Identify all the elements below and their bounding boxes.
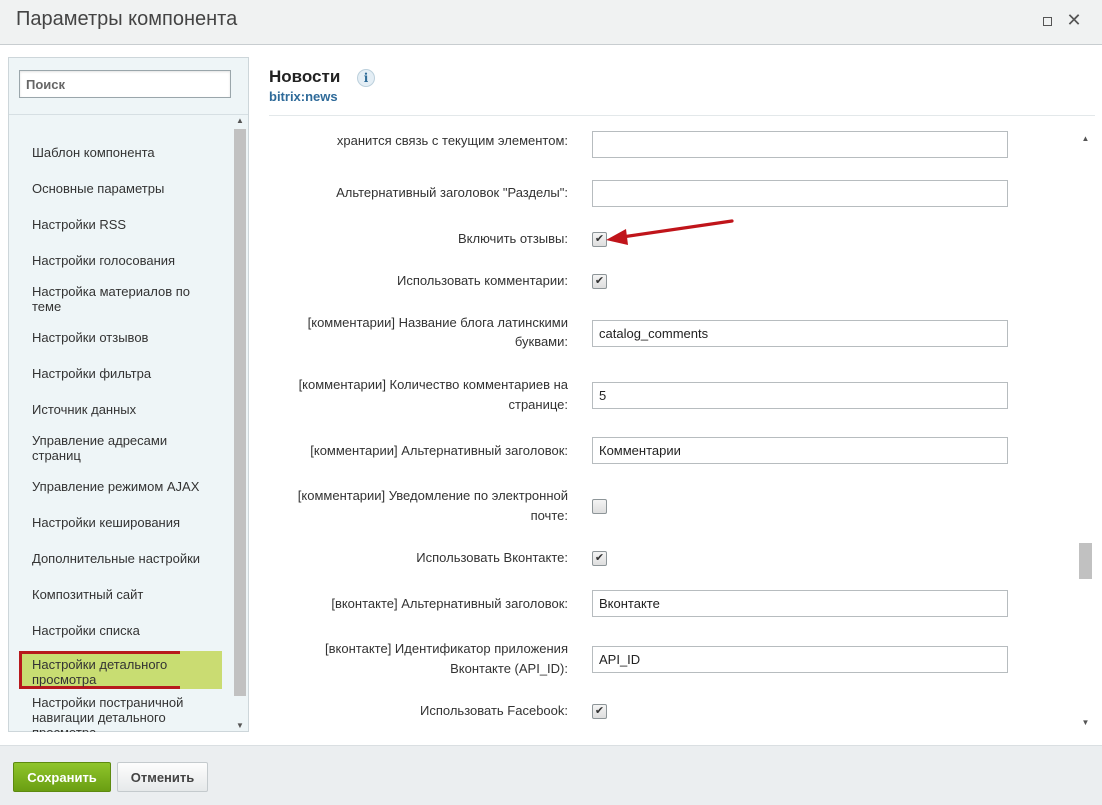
sidebar-nav-list: Шаблон компонента Основные параметры Нас… [9,118,233,732]
sidebar-item-list[interactable]: Настройки списка [32,623,207,638]
field-label: Использовать Вконтакте: [416,550,568,565]
field-label: почте: [530,508,568,523]
sidebar-item-additional[interactable]: Дополнительные настройки [32,551,207,566]
main-scrollbar[interactable]: ▲ ▼ [1078,133,1093,729]
close-icon[interactable]: ✕ [1066,10,1082,30]
sidebar-item-basic[interactable]: Основные параметры [32,181,207,196]
sidebar-divider [9,114,248,115]
field-label: [комментарии] Название блога латинскими [307,315,568,330]
dialog-title: Параметры компонента [16,8,238,30]
field-label: странице: [508,397,569,412]
sidebar-item-datasource[interactable]: Источник данных [32,402,207,417]
dialog-titlebar: Параметры компонента ✕ [0,0,1102,45]
vk-title-field[interactable]: Вконтакте [592,590,1008,617]
comments-per-page-field[interactable]: 5 [592,382,1008,409]
sidebar-scrollbar[interactable]: ▲ ▼ [233,115,247,732]
sidebar-item-related[interactable]: Настройка материалов по теме [32,284,207,314]
sidebar-item-template[interactable]: Шаблон компонента [32,145,207,160]
field-label: буквами: [514,334,568,349]
field-label: Использовать Facebook: [420,703,568,718]
maximize-icon[interactable] [1041,14,1053,28]
field-label: [вконтакте] Идентификатор приложения [325,641,568,656]
field-label: [комментарии] Альтернативный заголовок: [310,443,568,458]
sidebar-item-filter[interactable]: Настройки фильтра [32,366,207,381]
vk-app-id-field[interactable]: API_ID [592,646,1008,673]
sidebar-item-urls[interactable]: Управление адресами страниц [32,433,207,463]
info-icon[interactable]: i [357,69,375,87]
use-vkontakte-checkbox[interactable]: ✔ [592,551,607,566]
field-label: Вконтакте (API_ID): [450,661,568,676]
field-label: хранится связь с текущим элементом: [336,133,568,148]
sidebar-item-composite[interactable]: Композитный сайт [32,587,207,602]
field-label: [комментарии] Количество комментариев на [298,377,568,392]
sidebar-item-cache[interactable]: Настройки кеширования [32,515,207,530]
header-divider [269,115,1095,116]
scroll-thumb[interactable] [1079,543,1092,579]
dialog-footer: Сохранить Отменить [0,745,1102,805]
component-title: Новости [269,67,341,86]
sidebar-item-label: Настройки детального просмотра [32,657,168,687]
scroll-thumb[interactable] [234,129,246,696]
component-code: bitrix:news [269,89,338,104]
field-label: [вконтакте] Альтернативный заголовок: [331,596,568,611]
email-notify-checkbox[interactable] [592,499,607,514]
blog-name-field[interactable]: catalog_comments [592,320,1008,347]
scroll-up-icon[interactable]: ▲ [233,115,247,127]
sidebar-item-rss[interactable]: Настройки RSS [32,217,207,232]
scroll-up-icon[interactable]: ▲ [1078,133,1093,145]
sidebar-item-ajax[interactable]: Управление режимом AJAX [32,479,207,494]
search-input[interactable] [19,70,231,98]
comments-title-field[interactable]: Комментарии [592,437,1008,464]
use-comments-checkbox[interactable]: ✔ [592,274,607,289]
cancel-button[interactable]: Отменить [117,762,208,792]
sections-title-field[interactable] [592,180,1008,207]
red-arrow-annotation [606,219,734,245]
field-label: Использовать комментарии: [396,273,568,288]
sidebar-item-reviews[interactable]: Настройки отзывов [32,330,207,345]
sidebar-item-detail-pagination[interactable]: Настройки постраничной навигации детальн… [32,695,207,732]
scroll-down-icon[interactable]: ▼ [1078,717,1093,729]
sidebar-item-detail-view[interactable]: Настройки детального просмотра [19,651,222,689]
sidebar-item-voting[interactable]: Настройки голосования [32,253,207,268]
linked-element-field[interactable] [592,131,1008,158]
scroll-down-icon[interactable]: ▼ [233,720,247,732]
field-label: [комментарии] Уведомление по электронной [297,488,568,503]
use-facebook-checkbox[interactable]: ✔ [592,704,607,719]
field-label: Включить отзывы: [458,231,568,246]
save-button[interactable]: Сохранить [13,762,111,792]
field-label: Альтернативный заголовок "Разделы": [336,185,568,200]
sidebar: Шаблон компонента Основные параметры Нас… [8,57,249,732]
